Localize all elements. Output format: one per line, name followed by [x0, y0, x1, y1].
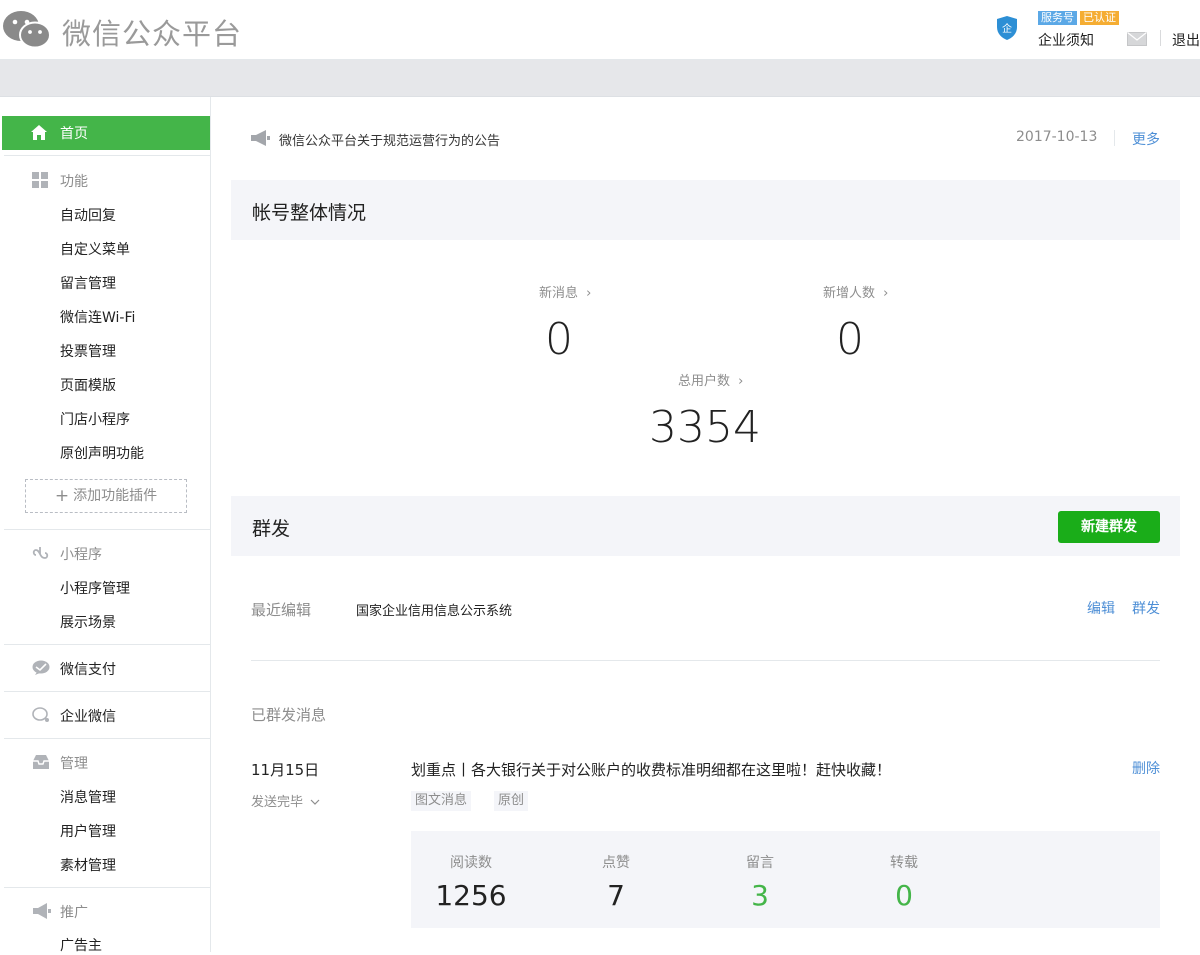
- sidebar-item-display-scenes[interactable]: 展示场景: [60, 612, 116, 632]
- home-icon: [31, 125, 47, 140]
- sidebar-item-comments[interactable]: 留言管理: [60, 273, 116, 293]
- sidebar: 首页 功能 自动回复 自定义菜单 留言管理 微信连Wi-Fi 投票管理 页面模版…: [2, 97, 211, 955]
- announcement-more-link[interactable]: 更多: [1132, 129, 1160, 149]
- grid-icon: [32, 172, 48, 188]
- sidebar-item-message-manage[interactable]: 消息管理: [60, 787, 116, 807]
- add-plugin-label: 添加功能插件: [73, 488, 158, 504]
- tag-original: 原创: [494, 791, 529, 811]
- sent-messages-label: 已群发消息: [251, 706, 327, 724]
- megaphone-icon: [33, 903, 51, 919]
- top-header: 微信公众平台 企 服务号 已认证 企业须知 退出: [0, 0, 1200, 60]
- new-users-label: 新增人数: [823, 286, 876, 301]
- chevron-right-icon: ›: [738, 374, 744, 389]
- stat-reads-label: 阅读数: [450, 855, 492, 871]
- section-divider: [251, 660, 1160, 661]
- new-messages-label: 新消息: [539, 286, 579, 301]
- new-users-value: 0: [836, 314, 864, 365]
- sidebar-item-auto-reply[interactable]: 自动回复: [60, 205, 116, 225]
- sidebar-divider: [4, 644, 211, 645]
- sidebar-item-wifi[interactable]: 微信连Wi-Fi: [60, 307, 135, 327]
- sidebar-divider: [4, 887, 211, 888]
- sidebar-item-user-manage[interactable]: 用户管理: [60, 821, 116, 841]
- sidebar-group-promotion: 推广: [60, 905, 88, 921]
- mass-section-header: 群发: [231, 496, 1180, 556]
- account-name[interactable]: 企业须知: [1038, 30, 1094, 50]
- sidebar-item-store-miniprogram[interactable]: 门店小程序: [60, 409, 130, 429]
- sidebar-divider: [4, 738, 211, 739]
- send-link[interactable]: 群发: [1132, 598, 1160, 618]
- sidebar-item-miniprogram-manage[interactable]: 小程序管理: [60, 578, 130, 598]
- mass-title: 群发: [252, 518, 291, 540]
- sidebar-item-work-wechat[interactable]: 企业微信: [60, 706, 116, 726]
- stat-reads-value: 1256: [435, 879, 507, 912]
- stat-reposts-value[interactable]: 0: [854, 879, 954, 912]
- overview-section-header: 帐号整体情况: [231, 180, 1180, 240]
- announcement-divider: [1114, 130, 1115, 146]
- overview-title: 帐号整体情况: [252, 202, 367, 224]
- sidebar-item-advertiser[interactable]: 广告主: [60, 935, 102, 955]
- wechat-pay-icon: [32, 660, 50, 675]
- sidebar-group-functions: 功能: [60, 174, 88, 190]
- sidebar-item-vote[interactable]: 投票管理: [60, 341, 116, 361]
- delete-link[interactable]: 删除: [1132, 758, 1160, 778]
- wechat-logo-icon[interactable]: [2, 10, 52, 50]
- sidebar-item-wechat-pay[interactable]: 微信支付: [60, 659, 116, 679]
- mail-icon[interactable]: [1127, 32, 1147, 46]
- tag-article-type: 图文消息: [411, 791, 472, 811]
- stat-likes-value: 7: [607, 879, 625, 912]
- enterprise-shield-icon: 企: [997, 16, 1017, 40]
- work-wechat-icon: [32, 707, 49, 722]
- total-users-label: 总用户数: [678, 374, 731, 389]
- header-divider: [1160, 30, 1161, 46]
- platform-title[interactable]: 微信公众平台: [62, 11, 242, 53]
- sidebar-group-miniprogram: 小程序: [60, 547, 102, 563]
- stat-comments-value[interactable]: 3: [710, 879, 810, 912]
- new-users-link[interactable]: 新增人数 ›: [823, 282, 888, 301]
- plus-icon: +: [54, 486, 70, 506]
- new-messages-value: 0: [545, 314, 573, 365]
- announcement-date: 2017-10-13: [1016, 129, 1098, 145]
- verified-badge: 已认证: [1080, 11, 1119, 25]
- sidebar-group-manage: 管理: [60, 756, 88, 772]
- logout-link[interactable]: 退出: [1172, 30, 1200, 50]
- chevron-right-icon: ›: [883, 286, 889, 301]
- chevron-right-icon: ›: [586, 286, 592, 301]
- recent-edit-title[interactable]: 国家企业信用信息公示系统: [356, 600, 512, 619]
- new-mass-send-button[interactable]: 新建群发: [1058, 511, 1160, 543]
- stat-reposts-label: 转载: [890, 855, 918, 871]
- article-stats-panel: 阅读数 1256 点赞 7 留言 3 转载 0: [411, 831, 1160, 928]
- inbox-icon: [33, 755, 49, 769]
- sidebar-item-home[interactable]: 首页: [2, 116, 210, 150]
- sidebar-divider: [4, 691, 211, 692]
- top-gray-bar: [0, 60, 1200, 97]
- sidebar-item-label: 首页: [60, 126, 88, 142]
- chevron-down-icon: [310, 799, 320, 805]
- total-users-value: 3354: [649, 402, 761, 453]
- recent-edit-label: 最近编辑: [251, 601, 312, 619]
- sidebar-item-custom-menu[interactable]: 自定义菜单: [60, 239, 130, 259]
- stat-comments-label: 留言: [746, 855, 774, 871]
- new-messages-link[interactable]: 新消息 ›: [539, 282, 591, 301]
- sent-status-label: 发送完毕: [251, 795, 304, 810]
- sidebar-item-page-template[interactable]: 页面模版: [60, 375, 116, 395]
- stat-likes-label: 点赞: [602, 855, 630, 871]
- total-users-link[interactable]: 总用户数 ›: [678, 370, 743, 389]
- svg-text:企: 企: [1002, 22, 1012, 35]
- sent-date: 11月15日: [251, 761, 320, 779]
- sidebar-item-original-declaration[interactable]: 原创声明功能: [60, 443, 144, 463]
- announcement-title[interactable]: 微信公众平台关于规范运营行为的公告: [279, 130, 500, 149]
- miniprogram-icon: [32, 547, 49, 559]
- announcement-megaphone-icon: [251, 130, 270, 146]
- add-plugin-button[interactable]: + 添加功能插件: [25, 479, 187, 513]
- service-account-badge: 服务号: [1038, 11, 1077, 25]
- edit-link[interactable]: 编辑: [1087, 598, 1115, 618]
- sidebar-item-material-manage[interactable]: 素材管理: [60, 855, 116, 875]
- sent-status-dropdown[interactable]: 发送完毕: [251, 791, 320, 810]
- sent-article-title[interactable]: 划重点丨各大银行关于对公账户的收费标准明细都在这里啦！赶快收藏！: [411, 759, 891, 780]
- sidebar-divider: [4, 529, 211, 530]
- sidebar-divider: [4, 155, 211, 156]
